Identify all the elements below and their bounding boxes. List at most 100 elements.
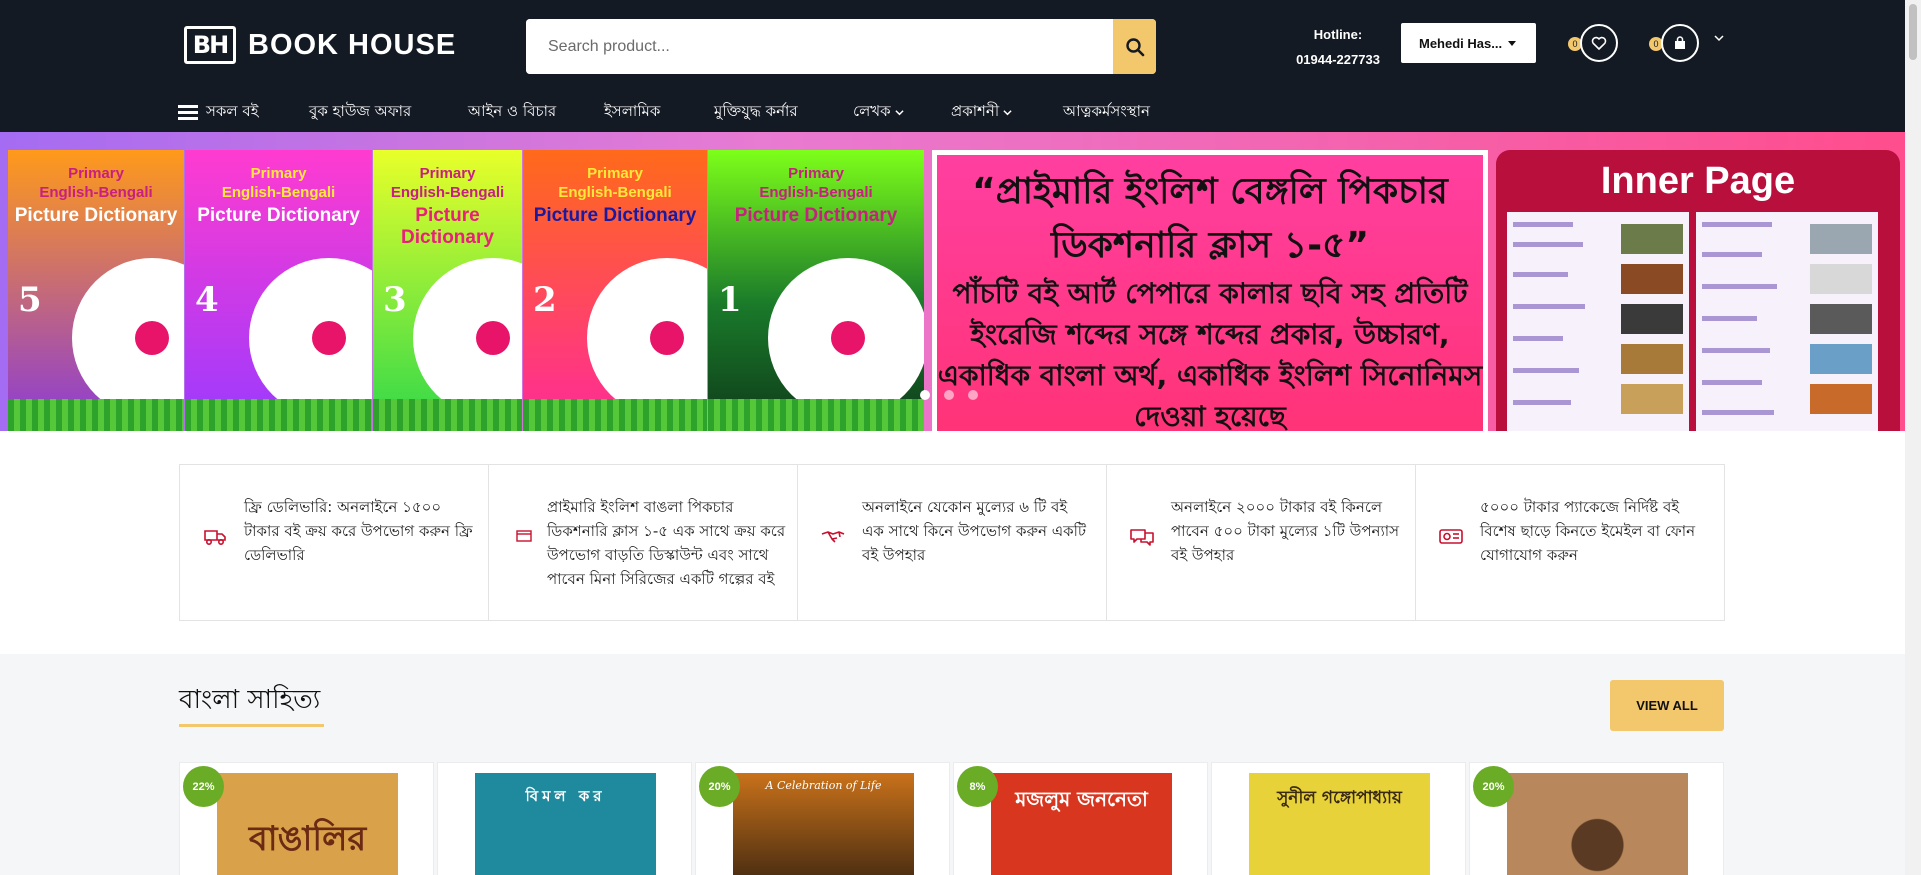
series-line1: Primary: [68, 165, 124, 182]
book-series: Primary English-Bengali: [708, 164, 924, 202]
nav-book-house-offer[interactable]: বুক হাউজ অফার: [309, 92, 411, 132]
section-title: বাংলা সাহিত্য: [179, 685, 321, 715]
chevron-down-icon[interactable]: [1714, 33, 1724, 43]
page-scrollbar[interactable]: [1905, 0, 1921, 875]
product-card[interactable]: 20% A Celebration of Life: [695, 762, 950, 875]
nav-publishers[interactable]: প্রকাশনী: [951, 92, 1012, 132]
nav-self-employment[interactable]: আত্নকর্মসংস্থান: [1063, 92, 1150, 132]
book-cover[interactable]: মজলুম জননেতা: [991, 773, 1172, 875]
discount-badge: 22%: [183, 766, 224, 807]
nav-label: আত্নকর্মসংস্থান: [1063, 101, 1150, 120]
bangla-literature-section: বাংলা সাহিত্য VIEW ALL 22% বাঙালির বিমল …: [0, 654, 1905, 875]
inner-page-sample-right: [1696, 212, 1878, 431]
feature-text: প্রাইমারি ইংলিশ বাঙলা পিকচার ডিকশনারি ক্…: [547, 498, 786, 588]
grass-decoration: [185, 399, 372, 431]
book-series: Primary English-Bengali: [8, 164, 184, 202]
series-line2: English-Bengali: [558, 184, 672, 201]
book-cover[interactable]: বিমল কর: [475, 773, 656, 875]
site-logo[interactable]: BH BOOK HOUSE: [184, 26, 456, 64]
book-number: 4: [195, 280, 219, 320]
feature-text: অনলাইনে ২০০০ টাকার বই কিনলে পাবেন ৫০০ টা…: [1171, 498, 1400, 564]
nav-liberation-war[interactable]: মুক্তিযুদ্ধ কর্নার: [714, 92, 798, 132]
product-card[interactable]: সুনীল গঙ্গোপাধ্যায়: [1211, 762, 1466, 875]
book-series: Primary English-Bengali: [523, 164, 707, 202]
handshake-icon: [821, 531, 845, 543]
hero-banner[interactable]: Primary English-Bengali Picture Dictiona…: [0, 132, 1905, 431]
series-title: Picture Dictionary: [533, 205, 697, 226]
section-title-underline: [179, 724, 324, 727]
voucher-icon: [1439, 529, 1463, 544]
carousel-dot-1[interactable]: [920, 390, 930, 400]
book-number: 3: [383, 280, 407, 320]
wishlist-button[interactable]: [1580, 24, 1618, 62]
cover-text: A Celebration of Life: [765, 779, 882, 792]
flower-illustration: [587, 258, 707, 418]
carousel-dot-3[interactable]: [968, 390, 978, 400]
feature-strip: ফ্রি ডেলিভারি: অনলাইনে ১৫০০ টাকার বই ক্র…: [179, 464, 1725, 621]
cover-text: সুনীল গঙ্গোপাধ্যায়: [1277, 788, 1402, 808]
nav-label: ইসলামিক: [604, 101, 661, 120]
book-cover-1: Primary English-Bengali Picture Dictiona…: [708, 150, 924, 431]
book-number: 1: [718, 280, 742, 320]
book-series: Primary English-Bengali: [373, 164, 522, 202]
grass-decoration: [708, 399, 924, 431]
account-dropdown[interactable]: Mehedi Has...: [1401, 23, 1536, 63]
main-nav: সকল বই বুক হাউজ অফার আইন ও বিচার ইসলামিক…: [0, 92, 1905, 132]
product-card[interactable]: বিমল কর: [437, 762, 692, 875]
cover-text: মজলুম জননেতা: [1015, 787, 1148, 811]
logo-mark: BH: [184, 26, 236, 64]
inner-page-sample-left: [1507, 212, 1689, 431]
carousel-dot-2[interactable]: [944, 390, 954, 400]
hotline-number: 01944-227733: [1296, 52, 1380, 67]
flower-illustration: [768, 258, 924, 418]
carousel-dots: [920, 390, 978, 400]
promo-body: পাঁচটি বই আর্ট পেপারে কালার ছবি সহ প্রতি…: [937, 277, 1483, 431]
cart-button[interactable]: [1661, 24, 1699, 62]
book-cover[interactable]: সুনীল গঙ্গোপাধ্যায়: [1249, 773, 1430, 875]
flower-illustration: [72, 258, 184, 418]
nav-all-books[interactable]: সকল বই: [178, 92, 259, 132]
product-card[interactable]: 20%: [1469, 762, 1724, 875]
nav-label: আইন ও বিচার: [468, 101, 557, 120]
nav-writers[interactable]: লেখক: [853, 92, 904, 132]
nav-label: বুক হাউজ অফার: [309, 101, 412, 120]
product-card[interactable]: 22% বাঙালির: [179, 762, 434, 875]
nav-label: প্রকাশনী: [951, 101, 1000, 120]
series-title: Picture Dictionary: [734, 205, 898, 226]
search-icon: [1125, 37, 1144, 56]
feature-text: ৫০০০ টাকার প্যাকেজে নির্দিষ্ট বই বিশেষ ছ…: [1480, 498, 1696, 564]
grass-decoration: [8, 399, 184, 431]
product-card[interactable]: 8% মজলুম জননেতা: [953, 762, 1208, 875]
series-line1: Primary: [250, 165, 307, 182]
heart-icon: [1591, 36, 1607, 50]
series-title: Picture Dictionary: [197, 205, 360, 226]
series-line2: English-Bengali: [390, 184, 505, 201]
nav-label: মুক্তিযুদ্ধ কর্নার: [714, 101, 798, 120]
series-line1: Primary: [587, 165, 643, 182]
hotline-label: Hotline:: [1313, 27, 1363, 42]
scrollbar-thumb[interactable]: [1909, 4, 1917, 60]
book-cover[interactable]: [1507, 773, 1688, 875]
book-number: 2: [533, 280, 557, 320]
promo-panel: “প্রাইমারি ইংলিশ বেঙ্গলি পিকচার ডিকশনারি…: [932, 150, 1488, 431]
discount-badge: 20%: [699, 766, 740, 807]
chevron-down-icon: [1003, 109, 1012, 115]
book-cover[interactable]: A Celebration of Life: [733, 773, 914, 875]
search-button[interactable]: [1113, 19, 1156, 74]
series-title: Picture Dictionary: [14, 205, 178, 226]
promo-title: “প্রাইমারি ইংলিশ বেঙ্গলি পিকচার ডিকশনারি…: [972, 171, 1448, 266]
feature-text: ফ্রি ডেলিভারি: অনলাইনে ১৫০০ টাকার বই ক্র…: [244, 498, 473, 564]
view-all-button[interactable]: VIEW ALL: [1610, 680, 1724, 731]
grass-decoration: [523, 399, 707, 431]
nav-law[interactable]: আইন ও বিচার: [468, 92, 556, 132]
discount-badge: 20%: [1473, 766, 1514, 807]
chat-icon: [1130, 529, 1154, 546]
series-line2: English-Bengali: [221, 184, 336, 201]
search-input[interactable]: [526, 19, 1106, 74]
book-cover[interactable]: বাঙালির: [217, 773, 398, 875]
nav-islamic[interactable]: ইসলামিক: [604, 92, 660, 132]
series-line1: Primary: [419, 165, 476, 182]
feature-text: অনলাইনে যেকোন মুল্যের ৬ টি বই এক সাথে কি…: [862, 498, 1087, 564]
account-name: Mehedi Has...: [1419, 35, 1503, 51]
feature-dictionary-discount: প্রাইমারি ইংলিশ বাঙলা পিকচার ডিকশনারি ক্…: [489, 465, 798, 620]
